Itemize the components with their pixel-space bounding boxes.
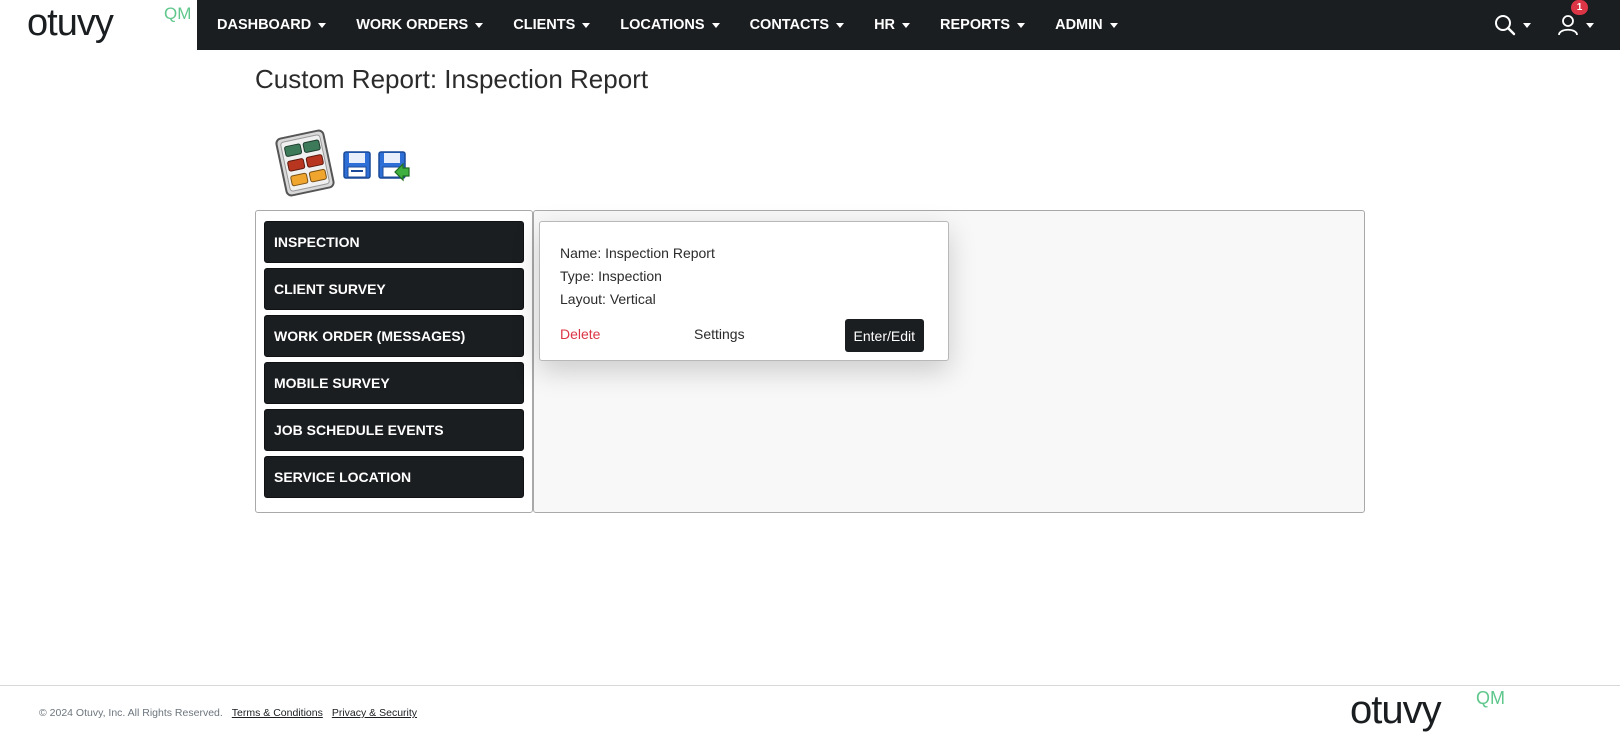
nav-label: CLIENTS — [513, 17, 576, 33]
nav-work-orders[interactable]: WORK ORDERS — [356, 17, 484, 33]
nav-right-tools: 1 — [1494, 0, 1620, 50]
main-navbar: DASHBOARD WORK ORDERS CLIENTS LOCATIONS … — [197, 0, 1620, 50]
footer-logo: otuvy QM — [1350, 688, 1505, 733]
search-menu[interactable] — [1494, 14, 1531, 36]
footer-links: © 2024 Otuvy, Inc. All Rights Reserved. … — [39, 707, 417, 719]
search-icon — [1495, 15, 1516, 36]
report-type-list: INSPECTION CLIENT SURVEY WORK ORDER (MES… — [255, 210, 533, 513]
save-button[interactable] — [342, 150, 372, 180]
nav-clients[interactable]: CLIENTS — [513, 17, 591, 33]
settings-link[interactable]: Settings — [694, 326, 745, 342]
nav-hr[interactable]: HR — [874, 17, 911, 33]
floppy-disk-icon — [343, 151, 371, 179]
user-icon — [1558, 15, 1578, 36]
footer-logo-text: otuvy — [1350, 688, 1442, 732]
terms-link[interactable]: Terms & Conditions — [232, 707, 323, 719]
report-type-inspection[interactable]: INSPECTION — [264, 221, 524, 263]
nav-label: REPORTS — [940, 17, 1011, 33]
caret-down-icon — [1523, 22, 1531, 28]
nav-label: WORK ORDERS — [356, 17, 469, 33]
caret-down-icon — [318, 22, 327, 28]
top-bar: otuvy QM DASHBOARD WORK ORDERS CLIENTS L… — [0, 0, 1620, 50]
caret-down-icon — [711, 22, 720, 28]
caret-down-icon — [582, 22, 591, 28]
report-type-work-order-messages[interactable]: WORK ORDER (MESSAGES) — [264, 315, 524, 357]
nav-admin[interactable]: ADMIN — [1055, 17, 1118, 33]
report-type-client-survey[interactable]: CLIENT SURVEY — [264, 268, 524, 310]
report-type-job-schedule-events[interactable]: JOB SCHEDULE EVENTS — [264, 409, 524, 451]
save-as-button[interactable] — [377, 150, 411, 182]
copyright-text: © 2024 Otuvy, Inc. All Rights Reserved. — [39, 707, 223, 719]
report-type-mobile-survey[interactable]: MOBILE SURVEY — [264, 362, 524, 404]
nav-label: HR — [874, 17, 896, 33]
caret-down-icon — [1017, 22, 1026, 28]
nav-label: CONTACTS — [749, 17, 830, 33]
report-workspace: Name: Inspection Report Type: Inspection… — [533, 210, 1365, 513]
logo-area: otuvy QM — [0, 0, 197, 50]
nav-label: DASHBOARD — [217, 17, 312, 33]
brand-logo[interactable]: otuvy QM — [27, 2, 191, 45]
nav-dashboard[interactable]: DASHBOARD — [217, 17, 327, 33]
report-layout: Layout: Vertical — [560, 291, 656, 307]
report-type: Type: Inspection — [560, 268, 662, 284]
footer: © 2024 Otuvy, Inc. All Rights Reserved. … — [0, 685, 1620, 737]
report-grid-icon — [273, 128, 337, 198]
logo-suffix: QM — [164, 4, 192, 23]
nav-label: LOCATIONS — [620, 17, 705, 33]
card-actions: Delete Settings Enter/Edit — [560, 319, 928, 353]
enter-edit-button[interactable]: Enter/Edit — [844, 319, 924, 352]
nav-locations[interactable]: LOCATIONS — [620, 17, 720, 33]
page-title: Custom Report: Inspection Report — [255, 64, 649, 94]
floppy-disk-export-icon — [378, 151, 410, 182]
report-name: Name: Inspection Report — [560, 245, 715, 261]
nav-reports[interactable]: REPORTS — [940, 17, 1026, 33]
user-menu[interactable]: 1 — [1557, 0, 1594, 36]
caret-down-icon — [836, 22, 845, 28]
notification-badge: 1 — [1571, 0, 1588, 15]
logo-text: otuvy — [27, 2, 114, 44]
caret-down-icon — [475, 22, 484, 28]
privacy-link[interactable]: Privacy & Security — [332, 707, 417, 719]
nav-menu: DASHBOARD WORK ORDERS CLIENTS LOCATIONS … — [217, 0, 1148, 50]
caret-down-icon — [1109, 22, 1118, 28]
nav-contacts[interactable]: CONTACTS — [749, 17, 845, 33]
caret-down-icon — [1586, 22, 1594, 28]
caret-down-icon — [902, 22, 911, 28]
report-type-service-location[interactable]: SERVICE LOCATION — [264, 456, 524, 498]
nav-label: ADMIN — [1055, 17, 1103, 33]
footer-logo-suffix: QM — [1476, 688, 1505, 708]
delete-link[interactable]: Delete — [560, 326, 600, 342]
report-card: Name: Inspection Report Type: Inspection… — [539, 221, 949, 361]
